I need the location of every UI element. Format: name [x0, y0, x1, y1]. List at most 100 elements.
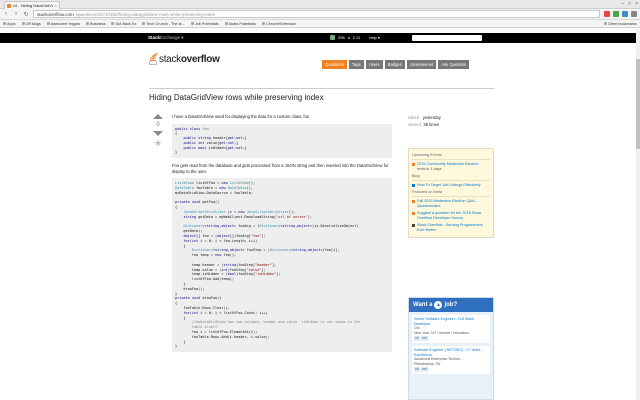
- jobs-badge-icon: ▲: [434, 301, 443, 309]
- folder-icon: [603, 22, 607, 25]
- maximize-icon[interactable]: □: [628, 1, 631, 7]
- blog-icon: [412, 184, 415, 187]
- job-location: Philadelphia, PA: [414, 361, 441, 366]
- bookmarks-bar: Apps Off blogs Awesome Imgurs Business D…: [0, 20, 640, 28]
- featured-heading: Featured on Meta: [412, 190, 490, 197]
- blog-link[interactable]: How To Target Job Listings Effectively: [417, 183, 481, 188]
- meta-link[interactable]: Suggest a question for the 2016 Stack Ov…: [417, 211, 490, 221]
- close-window-icon[interactable]: ×: [635, 1, 638, 7]
- event-icon: [412, 163, 415, 166]
- event-title[interactable]: 2015 Community Moderator Election: [417, 162, 479, 166]
- sidebar-blog-item[interactable]: How To Target Job Listings Effectively: [412, 183, 490, 188]
- job-tag[interactable]: c#: [414, 336, 420, 341]
- code-block-class: public class foo { public string header{…: [172, 123, 392, 159]
- meta-icon: [412, 212, 415, 215]
- bookmark-item[interactable]: Tech Crunch - The la...: [142, 22, 185, 26]
- job-listing[interactable]: Senior Software Engineer - Full Stack De…: [412, 315, 490, 343]
- viewed-label: viewed: [408, 122, 422, 127]
- asked-label: asked: [408, 115, 420, 120]
- viewed-value: 36 times: [423, 122, 440, 127]
- vote-count: 0: [156, 122, 160, 128]
- address-bar[interactable]: stackoverflow.com/questions/33740355/hid…: [33, 10, 600, 18]
- bookmark-item[interactable]: Job Potentials: [190, 22, 219, 26]
- badge-dot-icon: [347, 36, 350, 39]
- bookmark-other[interactable]: Other bookmarks: [603, 22, 637, 26]
- user-info: 298 2 11 help ▾: [330, 35, 380, 40]
- community-bulletin: Upcoming Events 2015 Community Moderator…: [408, 148, 494, 238]
- stackoverflow-logo[interactable]: stackoverflow: [149, 52, 220, 65]
- job-tag[interactable]: net: [420, 367, 428, 372]
- question-stats: asked yesterday viewed 36 times: [408, 114, 441, 128]
- minimize-icon[interactable]: –: [621, 1, 624, 7]
- nav-badges[interactable]: Badges: [384, 60, 405, 69]
- meta-link[interactable]: Fall 2015 Moderator Election Q&A - Quest…: [417, 199, 490, 209]
- nav-questions[interactable]: Questions: [322, 60, 347, 69]
- logo-text: stackoverflow: [159, 54, 220, 65]
- question-title[interactable]: Hiding DataGridView rows while preservin…: [149, 93, 324, 102]
- job-tag[interactable]: c#: [414, 367, 420, 372]
- scrollbar-thumb[interactable]: [636, 59, 640, 149]
- url-path: /questions/33740355/hiding-datagridview-…: [75, 11, 216, 17]
- reload-icon[interactable]: ↻: [23, 11, 29, 18]
- menu-icon[interactable]: [631, 11, 637, 17]
- url-domain: stackoverflow.com: [37, 11, 74, 17]
- downvote-icon[interactable]: [153, 131, 163, 136]
- job-title[interactable]: Software Engineer (.NET/WIC) - 2+ Years …: [414, 348, 488, 357]
- extension-icon[interactable]: [613, 11, 619, 17]
- browser-tab[interactable]: c# - Hiding DataGridVie... ×: [4, 1, 60, 9]
- sidebar-meta-item[interactable]: Suggest a question for the 2016 Stack Ov…: [412, 211, 490, 221]
- bookmark-item[interactable]: Dot Back Ex: [111, 22, 136, 26]
- folder-icon: [46, 22, 50, 25]
- nav-users[interactable]: Users: [365, 60, 383, 69]
- favorite-star-icon[interactable]: ★: [154, 139, 162, 148]
- bookmark-item[interactable]: ChromeExtension: [262, 22, 296, 26]
- avatar[interactable]: [330, 35, 335, 40]
- post-description: Foo gets read from the database and gets…: [172, 163, 389, 174]
- folder-icon: [224, 22, 228, 25]
- badge-counts: 2 11: [352, 35, 361, 40]
- upcoming-events-heading: Upcoming Events: [412, 153, 490, 160]
- help-menu[interactable]: help ▾: [369, 35, 380, 40]
- vote-cell: 0 ★: [150, 114, 166, 148]
- nav-ask-question[interactable]: Ask Question: [438, 60, 470, 69]
- folder-icon: [262, 22, 266, 25]
- page-scrollbar[interactable]: [636, 29, 640, 400]
- address-toolbar: ‹ › ↻ stackoverflow.com/questions/337403…: [0, 9, 640, 20]
- tab-close-icon[interactable]: ×: [55, 3, 57, 8]
- bookmark-item[interactable]: Off blogs: [21, 22, 41, 26]
- jobs-widget: Want a ▲ job? Senior Software Engineer -…: [408, 297, 494, 400]
- sidebar-meta-item[interactable]: Fall 2015 Moderator Election Q&A - Quest…: [412, 199, 490, 209]
- meta-link[interactable]: Stack Overflow - Serving Programmers Eve…: [417, 223, 490, 233]
- extension-icon[interactable]: [604, 11, 610, 17]
- nav-tags[interactable]: Tags: [348, 60, 364, 69]
- bookmark-item[interactable]: Business: [86, 22, 105, 26]
- forward-icon[interactable]: ›: [13, 11, 19, 17]
- job-location: New York, NY / remote / relocation: [414, 330, 469, 335]
- meta-icon: [412, 224, 415, 227]
- event-sub: ends in 1 days: [417, 167, 442, 171]
- job-tag[interactable]: net: [420, 336, 428, 341]
- job-listing[interactable]: Software Engineer (.NET/WIC) - 2+ Years …: [412, 345, 490, 374]
- extension-icon[interactable]: [622, 11, 628, 17]
- bookmark-apps[interactable]: Apps: [3, 22, 16, 26]
- bookmark-item[interactable]: Awesome Imgurs: [46, 22, 80, 26]
- job-title[interactable]: Senior Software Engineer - Full Stack De…: [414, 317, 488, 326]
- back-icon[interactable]: ‹: [3, 11, 9, 17]
- reputation: 298: [338, 35, 345, 40]
- search-input[interactable]: [412, 35, 482, 41]
- meta-icon: [412, 200, 415, 203]
- stackexchange-menu[interactable]: StackExchange ▾: [148, 35, 184, 41]
- stackoverflow-favicon-icon: [7, 3, 11, 8]
- folder-icon: [190, 22, 194, 25]
- header-divider: [149, 88, 494, 89]
- nav-unanswered[interactable]: Unanswered: [406, 60, 437, 69]
- site-nav: Questions Tags Users Badges Unanswered A…: [322, 60, 470, 69]
- jobs-header[interactable]: Want a ▲ job?: [409, 298, 493, 312]
- sidebar-meta-item[interactable]: Stack Overflow - Serving Programmers Eve…: [412, 223, 490, 233]
- sidebar-event[interactable]: 2015 Community Moderator Election ends in…: [412, 162, 490, 172]
- post-body: I have a DataGridView used for displayin…: [172, 114, 392, 357]
- window-controls: – □ ×: [621, 1, 638, 7]
- upvote-icon[interactable]: [153, 114, 163, 119]
- bookmark-item[interactable]: Aloha Potentials: [224, 22, 256, 26]
- tab-title: c# - Hiding DataGridVie...: [13, 3, 53, 8]
